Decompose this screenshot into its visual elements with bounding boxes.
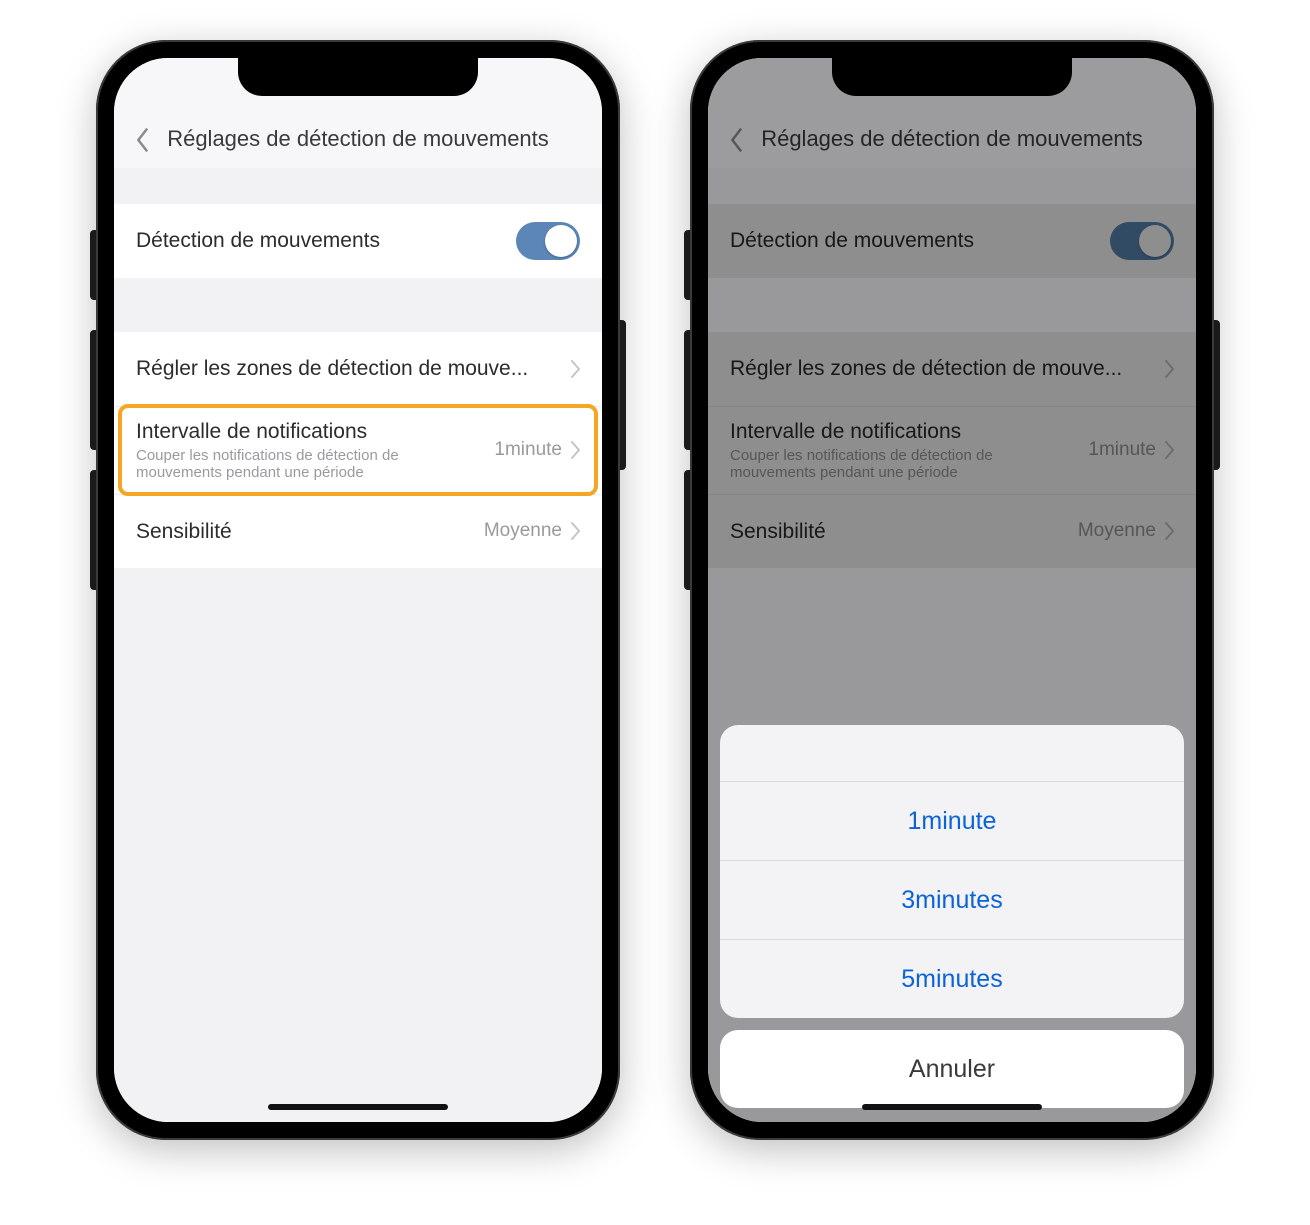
chevron-right-icon xyxy=(570,360,580,378)
home-indicator xyxy=(268,1104,448,1110)
phone-left: Réglages de détection de mouvements Déte… xyxy=(96,40,620,1140)
phone-right: Réglages de détection de mouvements Déte… xyxy=(690,40,1214,1140)
row-motion-detection[interactable]: Détection de mouvements xyxy=(114,204,602,278)
row-label: Sensibilité xyxy=(136,519,474,544)
action-sheet-option-5min[interactable]: 5minutes xyxy=(720,939,1184,1018)
action-sheet-header xyxy=(720,725,1184,781)
row-value: 1minute xyxy=(494,439,562,461)
row-notification-interval[interactable]: Intervalle de notifications Couper les n… xyxy=(114,406,602,494)
row-value: Moyenne xyxy=(484,520,562,542)
action-sheet-option-1min[interactable]: 1minute xyxy=(720,781,1184,860)
chevron-left-icon xyxy=(136,128,150,152)
row-label: Intervalle de notifications xyxy=(136,419,484,444)
screen-right: Réglages de détection de mouvements Déte… xyxy=(708,58,1196,1122)
screen-left: Réglages de détection de mouvements Déte… xyxy=(114,58,602,1122)
back-button[interactable] xyxy=(128,128,158,152)
home-indicator xyxy=(862,1104,1042,1110)
row-label: Régler les zones de détection de mouve..… xyxy=(136,356,562,381)
row-subtitle: Couper les notifications de détection de… xyxy=(136,447,484,482)
action-sheet: 1minute 3minutes 5minutes Annuler xyxy=(720,725,1184,1108)
chevron-right-icon xyxy=(570,522,580,540)
page-title: Réglages de détection de mouvements xyxy=(158,126,588,152)
toggle-motion-detection[interactable] xyxy=(516,222,580,260)
row-sensitivity[interactable]: Sensibilité Moyenne xyxy=(114,494,602,568)
chevron-right-icon xyxy=(570,441,580,459)
notch xyxy=(832,58,1072,96)
action-sheet-cancel[interactable]: Annuler xyxy=(720,1030,1184,1108)
notch xyxy=(238,58,478,96)
action-sheet-option-3min[interactable]: 3minutes xyxy=(720,860,1184,939)
row-detection-zones[interactable]: Régler les zones de détection de mouve..… xyxy=(114,332,602,406)
row-label: Détection de mouvements xyxy=(136,228,516,253)
